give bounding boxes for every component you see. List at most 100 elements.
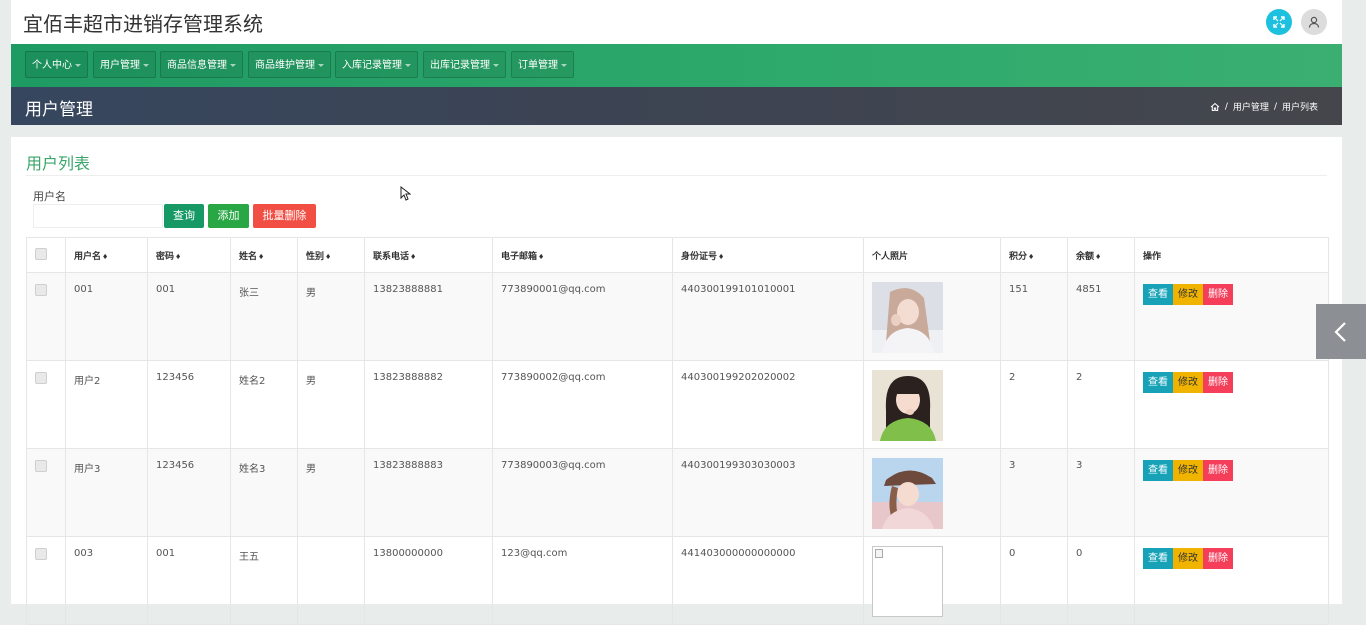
nav-item-stock-in[interactable]: 入库记录管理 [335,51,418,78]
nav-item-product-maintenance[interactable]: 商品维护管理 [248,51,331,78]
view-button[interactable]: 查看 [1143,548,1173,569]
page-title: 用户管理 [25,100,93,120]
cell-photo [863,272,1001,361]
caret-down-icon [75,63,81,67]
mouse-cursor-icon [400,186,411,201]
view-button[interactable]: 查看 [1143,460,1173,481]
fullscreen-button[interactable] [1266,9,1292,35]
cell-name: 王五 [230,536,298,625]
nav-item-label: 个人中心 [32,60,72,71]
row-select-cell [26,272,66,361]
query-button[interactable]: 查询 [164,204,204,228]
nav-item-user-management[interactable]: 用户管理 [93,51,156,78]
row-checkbox[interactable] [35,460,47,472]
batch-delete-button[interactable]: 批量删除 [253,204,316,228]
select-all-cell [26,237,66,273]
cell-actions: 查看 修改 删除 [1134,536,1329,625]
edit-button[interactable]: 修改 [1173,284,1203,305]
sort-icon: ♦ [175,252,182,261]
cell-email: 773890001@qq.com [492,272,673,361]
row-select-cell [26,448,66,537]
cell-id-number: 441403000000000000 [672,536,864,625]
top-bar: 宜佰丰超市进销存管理系统 [11,0,1342,45]
cell-email: 123@qq.com [492,536,673,625]
delete-button[interactable]: 删除 [1203,284,1233,305]
cell-username: 001 [65,272,148,361]
column-header-name[interactable]: 姓名♦ [230,237,298,273]
edit-button[interactable]: 修改 [1173,460,1203,481]
cell-username: 003 [65,536,148,625]
column-header-email[interactable]: 电子邮箱♦ [492,237,673,273]
cell-points: 2 [1000,360,1068,449]
cell-balance: 2 [1067,360,1135,449]
breadcrumb-separator: / [1224,101,1228,112]
view-button[interactable]: 查看 [1143,372,1173,393]
delete-button[interactable]: 删除 [1203,548,1233,569]
cell-points: 0 [1000,536,1068,625]
breadcrumb-item-user-list: 用户列表 [1281,103,1318,113]
column-header-balance[interactable]: 余额♦ [1067,237,1135,273]
breadcrumb-item-user-management[interactable]: 用户管理 [1233,100,1269,113]
view-button[interactable]: 查看 [1143,284,1173,305]
cell-balance: 0 [1067,536,1135,625]
app-title: 宜佰丰超市进销存管理系统 [23,12,263,36]
column-label: 用户名 [74,251,102,262]
column-header-points[interactable]: 积分♦ [1000,237,1068,273]
cell-gender [297,536,365,625]
user-photo [872,458,943,529]
side-panel-toggle[interactable] [1316,304,1366,359]
title-divider [26,175,1327,176]
broken-image-icon [875,549,883,558]
cell-password: 001 [147,536,231,625]
cell-phone: 13823888882 [364,360,493,449]
cell-phone: 13823888883 [364,448,493,537]
user-menu-button[interactable] [1301,9,1327,35]
cell-balance: 3 [1067,448,1135,537]
column-header-password[interactable]: 密码♦ [147,237,231,273]
list-title: 用户列表 [26,154,91,173]
breadcrumb-separator: / [1273,101,1277,112]
cell-name: 张三 [230,272,298,361]
row-select-cell [26,536,66,625]
cell-password: 123456 [147,360,231,449]
cell-name: 姓名2 [230,360,298,449]
edit-button[interactable]: 修改 [1173,372,1203,393]
sort-icon: ♦ [258,252,265,261]
row-checkbox[interactable] [35,372,47,384]
caret-down-icon [405,63,411,67]
column-label: 个人照片 [872,251,909,262]
column-header-id-number[interactable]: 身份证号♦ [672,237,864,273]
user-table: 用户名♦ 密码♦ 姓名♦ 性别♦ 联系电话♦ 电子邮箱♦ 身份证号♦ 个人照片 … [26,237,1329,625]
nav-item-personal-center[interactable]: 个人中心 [25,51,88,78]
nav-item-orders[interactable]: 订单管理 [511,51,574,78]
select-all-checkbox[interactable] [35,247,47,260]
delete-button[interactable]: 删除 [1203,460,1233,481]
cell-balance: 4851 [1067,272,1135,361]
username-filter-label: 用户名 [33,190,66,203]
table-row: 003 001 王五 13800000000 123@qq.com 441403… [26,536,1329,625]
row-checkbox[interactable] [35,548,47,560]
column-header-phone[interactable]: 联系电话♦ [364,237,493,273]
column-header-gender[interactable]: 性别♦ [297,237,365,273]
column-header-photo: 个人照片 [863,237,1001,273]
main-nav: 个人中心 用户管理 商品信息管理 商品维护管理 入库记录管理 出库记录管理 订单… [11,44,1342,87]
sort-icon: ♦ [102,252,109,261]
delete-button[interactable]: 删除 [1203,372,1233,393]
cell-username: 用户3 [65,448,148,537]
caret-down-icon [318,63,324,67]
edit-button[interactable]: 修改 [1173,548,1203,569]
nav-item-label: 商品信息管理 [167,60,227,71]
column-label: 操作 [1143,251,1162,262]
table-header-row: 用户名♦ 密码♦ 姓名♦ 性别♦ 联系电话♦ 电子邮箱♦ 身份证号♦ 个人照片 … [26,237,1329,273]
row-checkbox[interactable] [35,284,47,296]
column-header-username[interactable]: 用户名♦ [65,237,148,273]
cell-name: 姓名3 [230,448,298,537]
nav-item-label: 商品维护管理 [255,60,315,71]
add-button[interactable]: 添加 [208,204,249,228]
username-search-input[interactable] [33,204,163,228]
nav-item-product-info[interactable]: 商品信息管理 [160,51,243,78]
cell-actions: 查看 修改 删除 [1134,448,1329,537]
nav-item-stock-out[interactable]: 出库记录管理 [423,51,506,78]
cell-gender: 男 [297,448,365,537]
home-icon[interactable] [1210,102,1220,112]
